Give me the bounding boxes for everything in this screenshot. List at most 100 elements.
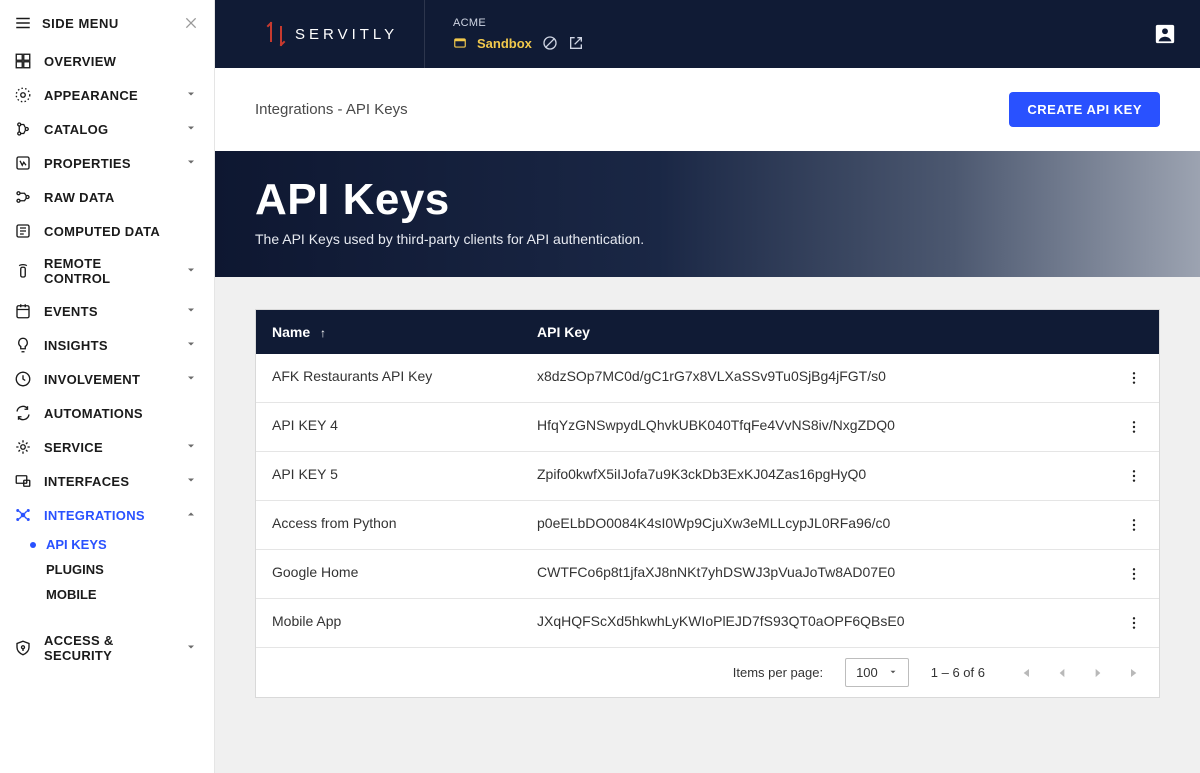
brand: SERVITLY [215,0,425,68]
catalog-icon [14,120,32,138]
overview-icon [14,52,32,70]
col-header-api-key[interactable]: API Key [521,310,1109,354]
chevron-down-icon [182,304,200,319]
sidebar-item-label: EVENTS [44,304,170,319]
sidebar-item-access-security[interactable]: ACCESS & SECURITY [0,625,214,671]
brand-mark-icon [267,25,285,43]
sidebar-item-automations[interactable]: AUTOMATIONS [0,396,214,430]
sidebar-item-interfaces[interactable]: INTERFACES [0,464,214,498]
automations-icon [14,404,32,422]
sidebar-item-label: INTERFACES [44,474,170,489]
pagination-range: 1 – 6 of 6 [931,665,985,680]
row-menu-icon[interactable] [1125,613,1143,633]
table-row[interactable]: API KEY 4HfqYzGNSwpydLQhvkUBK040TfqFe4Vv… [256,402,1159,451]
row-menu-icon[interactable] [1125,466,1143,486]
page-next-icon[interactable] [1091,666,1105,680]
sidebar-item-label: REMOTE CONTROL [44,256,170,286]
items-per-page-select[interactable]: 100 [845,658,909,687]
page-hero: API Keys The API Keys used by third-part… [215,151,1200,277]
cell-name: Mobile App [256,599,521,647]
sidebar-subitem-api-keys[interactable]: API KEYS [28,532,214,557]
table-header: Name ↑ API Key [256,310,1159,354]
caret-down-icon [888,665,898,680]
sidebar-subitem-label: PLUGINS [46,562,104,577]
sidebar-item-remote-control[interactable]: REMOTE CONTROL [0,248,214,294]
sidebar-item-involvement[interactable]: INVOLVEMENT [0,362,214,396]
tenant-block: ACME Sandbox [425,0,1154,68]
chevron-down-icon [182,641,200,656]
sidebar-subitem-label: API KEYS [46,537,107,552]
table-row[interactable]: API KEY 5Zpifo0kwfX5iIJofa7u9K3ckDb3ExKJ… [256,451,1159,500]
bullet-icon [30,567,36,573]
sidebar-item-insights[interactable]: INSIGHTS [0,328,214,362]
menu-icon[interactable] [14,14,32,32]
sidebar-item-computed-data[interactable]: COMPUTED DATA [0,214,214,248]
page-last-icon[interactable] [1127,665,1143,681]
remote-control-icon [14,262,32,280]
create-api-key-button[interactable]: CREATE API KEY [1009,92,1160,127]
computed-data-icon [14,222,32,240]
chevron-down-icon [182,474,200,489]
sidebar-subitem-plugins[interactable]: PLUGINS [28,557,214,582]
tenant-env-row: Sandbox [453,35,1154,51]
row-menu-icon[interactable] [1125,515,1143,535]
sidebar-item-service[interactable]: SERVICE [0,430,214,464]
row-menu-icon[interactable] [1125,564,1143,584]
cell-name: AFK Restaurants API Key [256,354,521,402]
api-keys-table: Name ↑ API Key AFK Restaurants API Keyx8… [255,309,1160,698]
events-icon [14,302,32,320]
page-first-icon[interactable] [1017,665,1033,681]
cell-actions [1109,452,1159,500]
table-row[interactable]: AFK Restaurants API Keyx8dzSOp7MC0d/gC1r… [256,354,1159,402]
chevron-down-icon [182,88,200,103]
close-sidebar-icon[interactable] [182,14,200,32]
table-body: AFK Restaurants API Keyx8dzSOp7MC0d/gC1r… [256,354,1159,647]
table-row[interactable]: Mobile AppJXqHQFScXd5hkwhLyKWIoPlEJD7fS9… [256,598,1159,647]
col-header-name[interactable]: Name ↑ [256,310,521,354]
chevron-up-icon [182,508,200,523]
involvement-icon [14,370,32,388]
sidebar-item-label: OVERVIEW [44,54,200,69]
items-per-page-label: Items per page: [733,665,823,680]
appearance-icon [14,86,32,104]
page-prev-icon[interactable] [1055,666,1069,680]
sidebar-item-events[interactable]: EVENTS [0,294,214,328]
cell-name: API KEY 4 [256,403,521,451]
sidebar-subitem-mobile[interactable]: MOBILE [28,582,214,607]
raw-data-icon [14,188,32,206]
sidebar-title: SIDE MENU [42,16,119,31]
pager [1017,665,1143,681]
sidebar-item-label: SERVICE [44,440,170,455]
table-footer: Items per page: 100 1 – 6 of 6 [256,647,1159,697]
cell-name: API KEY 5 [256,452,521,500]
cell-api-key: p0eELbDO0084K4sI0Wp9CjuXw3eMLLcypJL0RFa9… [521,501,1109,549]
row-menu-icon[interactable] [1125,417,1143,437]
cell-actions [1109,354,1159,402]
table-row[interactable]: Google HomeCWTFCo6p8t1jfaXJ8nNKt7yhDSWJ3… [256,549,1159,598]
sidebar-item-catalog[interactable]: CATALOG [0,112,214,146]
row-menu-icon[interactable] [1125,368,1143,388]
cell-name: Access from Python [256,501,521,549]
env-label[interactable]: Sandbox [477,36,532,51]
integrations-icon [14,506,32,524]
sidebar-item-raw-data[interactable]: RAW DATA [0,180,214,214]
open-external-icon[interactable] [568,35,584,51]
account-icon[interactable] [1154,23,1176,45]
cell-actions [1109,403,1159,451]
sidebar-item-overview[interactable]: OVERVIEW [0,44,214,78]
interfaces-icon [14,472,32,490]
chevron-down-icon [182,372,200,387]
table-row[interactable]: Access from Pythonp0eELbDO0084K4sI0Wp9Cj… [256,500,1159,549]
tenant-name: ACME [453,17,1154,29]
sidebar-nav: OVERVIEW APPEARANCECATALOGPROPERTIESRAW D… [0,44,214,671]
page-subtitle: The API Keys used by third-party clients… [255,231,1160,247]
brand-text: SERVITLY [295,26,398,43]
sidebar-item-properties[interactable]: PROPERTIES [0,146,214,180]
sidebar-item-appearance[interactable]: APPEARANCE [0,78,214,112]
cell-actions [1109,599,1159,647]
cell-api-key: x8dzSOp7MC0d/gC1rG7x8VLXaSSv9Tu0SjBg4jFG… [521,354,1109,402]
header-right [1154,0,1200,68]
sidebar-item-integrations[interactable]: INTEGRATIONS [0,498,214,532]
no-entry-icon[interactable] [542,35,558,51]
cell-name: Google Home [256,550,521,598]
